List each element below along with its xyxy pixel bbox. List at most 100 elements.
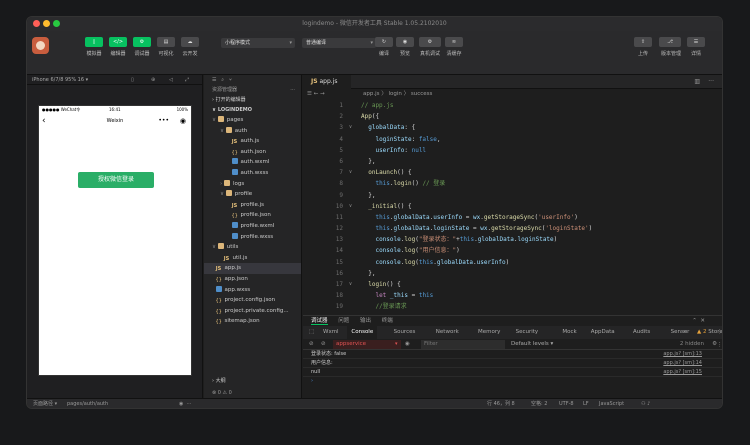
visual-button[interactable]: ▤ 可视化	[157, 37, 175, 57]
editor-toggle-button[interactable]: </> 编辑器	[109, 37, 127, 57]
code-area[interactable]: 1 // app.js 2 App({3 ∨ globalData: {4 loginS…	[303, 100, 722, 315]
devtools-tab-appdata[interactable]: AppData	[591, 326, 615, 339]
auth-login-button[interactable]: 授权微信登录	[78, 172, 154, 188]
notification-icons[interactable]: ⚇ ♪	[641, 399, 650, 408]
language-mode[interactable]: JavaScript	[599, 399, 624, 408]
code-line[interactable]: 16 },	[303, 268, 722, 279]
code-line[interactable]: 12 this.globalData.loginState = wx.getSt…	[303, 223, 722, 234]
devtools-tab-audits[interactable]: Audits	[633, 326, 650, 339]
tab-output[interactable]: 输出	[360, 318, 371, 324]
devtools-tab-memory[interactable]: Memory	[478, 326, 500, 339]
simulator-toggle-button[interactable]: ▯ 模拟器	[85, 37, 103, 57]
filter-input[interactable]: Filter	[421, 340, 505, 349]
outline-section[interactable]: › 大纲	[204, 376, 301, 386]
tree-item[interactable]: JS profile.js	[204, 200, 301, 211]
preview-button[interactable]: ◉ 预览	[396, 37, 414, 57]
problems-count[interactable]: ⊗ 0 ⚠ 0	[204, 388, 301, 398]
version-button[interactable]: ⎇ 版本管理	[659, 37, 683, 57]
tree-item[interactable]: › logs	[204, 179, 301, 190]
tree-item[interactable]: ∨ auth	[204, 126, 301, 137]
tree-item[interactable]: JS util.js	[204, 253, 301, 264]
record-icon[interactable]: ⊕	[151, 75, 155, 85]
code-line[interactable]: 5 userInfo: null	[303, 145, 722, 156]
devtools-tab-sensor[interactable]: Sensor	[671, 326, 690, 339]
avatar[interactable]	[32, 37, 49, 54]
branch-icon[interactable]: ⑂	[229, 77, 232, 83]
clear-cache-button[interactable]: ≋ 清缓存	[445, 37, 463, 57]
split-editor-icon[interactable]: ▥	[694, 78, 700, 85]
code-line[interactable]: 19 //登录请求	[303, 301, 722, 312]
cloud-dev-button[interactable]: ☁ 云开发	[181, 37, 199, 57]
block-icon[interactable]: ⊘	[321, 339, 326, 350]
volume-icon[interactable]: ◁	[169, 75, 173, 85]
more-icon[interactable]: •••	[158, 113, 169, 129]
tree-item[interactable]: ∨ profile	[204, 189, 301, 200]
devtools-tab-console[interactable]: Console	[347, 326, 378, 339]
devtools-tab-sources[interactable]: Sources	[394, 326, 416, 339]
code-line[interactable]: 11 this.globalData.userInfo = wx.getStor…	[303, 212, 722, 223]
console-prompt[interactable]: ›	[303, 377, 722, 386]
eye-icon[interactable]: ◉	[405, 339, 410, 350]
device-select[interactable]: iPhone 6/7/8 95% 16 ▾	[32, 77, 88, 83]
devtools-tab-network[interactable]: Network	[436, 326, 459, 339]
tab-app-js[interactable]: JS app.js	[303, 75, 351, 89]
panel-controls[interactable]: ⌃ ✕	[692, 316, 705, 326]
tab-terminal[interactable]: 终端	[382, 318, 393, 324]
code-line[interactable]: 13 console.log("登录状态："+this.globalData.l…	[303, 234, 722, 245]
inspect-icon[interactable]: ⬚	[309, 326, 314, 339]
project-section[interactable]: ∨ LOGINDEMO	[204, 105, 301, 115]
tree-item[interactable]: app.wxss	[204, 285, 301, 296]
indent-setting[interactable]: 空格: 2	[531, 399, 547, 408]
tree-item[interactable]: {} profile.json	[204, 210, 301, 221]
tree-item[interactable]: {} auth.json	[204, 147, 301, 158]
tree-item[interactable]: profile.wxss	[204, 232, 301, 243]
page-path-label[interactable]: 页面路径 ▾	[33, 399, 57, 408]
fold-icon[interactable]: ∨	[349, 201, 352, 212]
code-line[interactable]: 17 ∨ login() {	[303, 279, 722, 290]
tree-item[interactable]: {} project.private.config...	[204, 306, 301, 317]
cursor-position[interactable]: 行 46，列 8	[487, 399, 515, 408]
tab-debugger[interactable]: 调试器	[311, 318, 328, 325]
tree-item[interactable]: auth.wxml	[204, 157, 301, 168]
tree-item[interactable]: auth.wxss	[204, 168, 301, 179]
devtools-tab-storage[interactable]: Storage	[708, 326, 722, 339]
remote-debug-button[interactable]: ⚙ 真机调试	[419, 37, 441, 57]
encoding[interactable]: UTF-8	[559, 399, 574, 408]
tree-item[interactable]: profile.wxml	[204, 221, 301, 232]
warning-count[interactable]: ▲ 2	[697, 326, 706, 339]
code-line[interactable]: 3 ∨ globalData: {	[303, 122, 722, 133]
tree-item[interactable]: JS app.js	[204, 263, 301, 274]
compile-select[interactable]: 普通编译	[302, 38, 376, 48]
console-settings-icon[interactable]: ⚙	[712, 339, 717, 350]
code-line[interactable]: 4 loginState: false,	[303, 134, 722, 145]
phone-rotate-icon[interactable]: ▯	[131, 75, 134, 85]
context-select[interactable]: appservice	[333, 340, 401, 349]
tree-item[interactable]: ∨ utils	[204, 242, 301, 253]
tree-item[interactable]: JS auth.js	[204, 136, 301, 147]
minimize-window-button[interactable]	[43, 20, 50, 27]
eol[interactable]: LF	[583, 399, 589, 408]
code-line[interactable]: 1 // app.js	[303, 100, 722, 111]
log-source-link[interactable]: app.js? [sm]:14	[663, 359, 702, 368]
code-line[interactable]: 2 App({	[303, 111, 722, 122]
fold-icon[interactable]: ∨	[349, 167, 352, 178]
more-actions-icon[interactable]: ···	[708, 78, 714, 85]
code-line[interactable]: 8 this.login() // 登录	[303, 178, 722, 189]
details-button[interactable]: ☰ 详情	[687, 37, 705, 57]
log-source-link[interactable]: app.js? [sm]:15	[663, 368, 702, 377]
code-line[interactable]: 6 },	[303, 156, 722, 167]
devtools-tab-security[interactable]: Security	[516, 326, 539, 339]
close-window-button[interactable]	[33, 20, 40, 27]
code-line[interactable]: 7 ∨ onLaunch() {	[303, 167, 722, 178]
code-line[interactable]: 18 let _this = this	[303, 290, 722, 301]
debugger-toggle-button[interactable]: ⚙ 调试器	[133, 37, 151, 57]
search-icon[interactable]: ⌕	[221, 77, 224, 83]
tab-problems[interactable]: 问题	[338, 318, 349, 324]
log-source-link[interactable]: app.js? [sm]:13	[663, 350, 702, 359]
fold-icon[interactable]: ∨	[349, 279, 352, 290]
log-levels-select[interactable]: Default levels ▾	[511, 339, 553, 350]
fullscreen-icon[interactable]: ⤢	[185, 75, 189, 85]
capsule-close-icon[interactable]: ◉	[180, 113, 186, 129]
fold-icon[interactable]: ∨	[349, 122, 352, 133]
maximize-window-button[interactable]	[53, 20, 60, 27]
